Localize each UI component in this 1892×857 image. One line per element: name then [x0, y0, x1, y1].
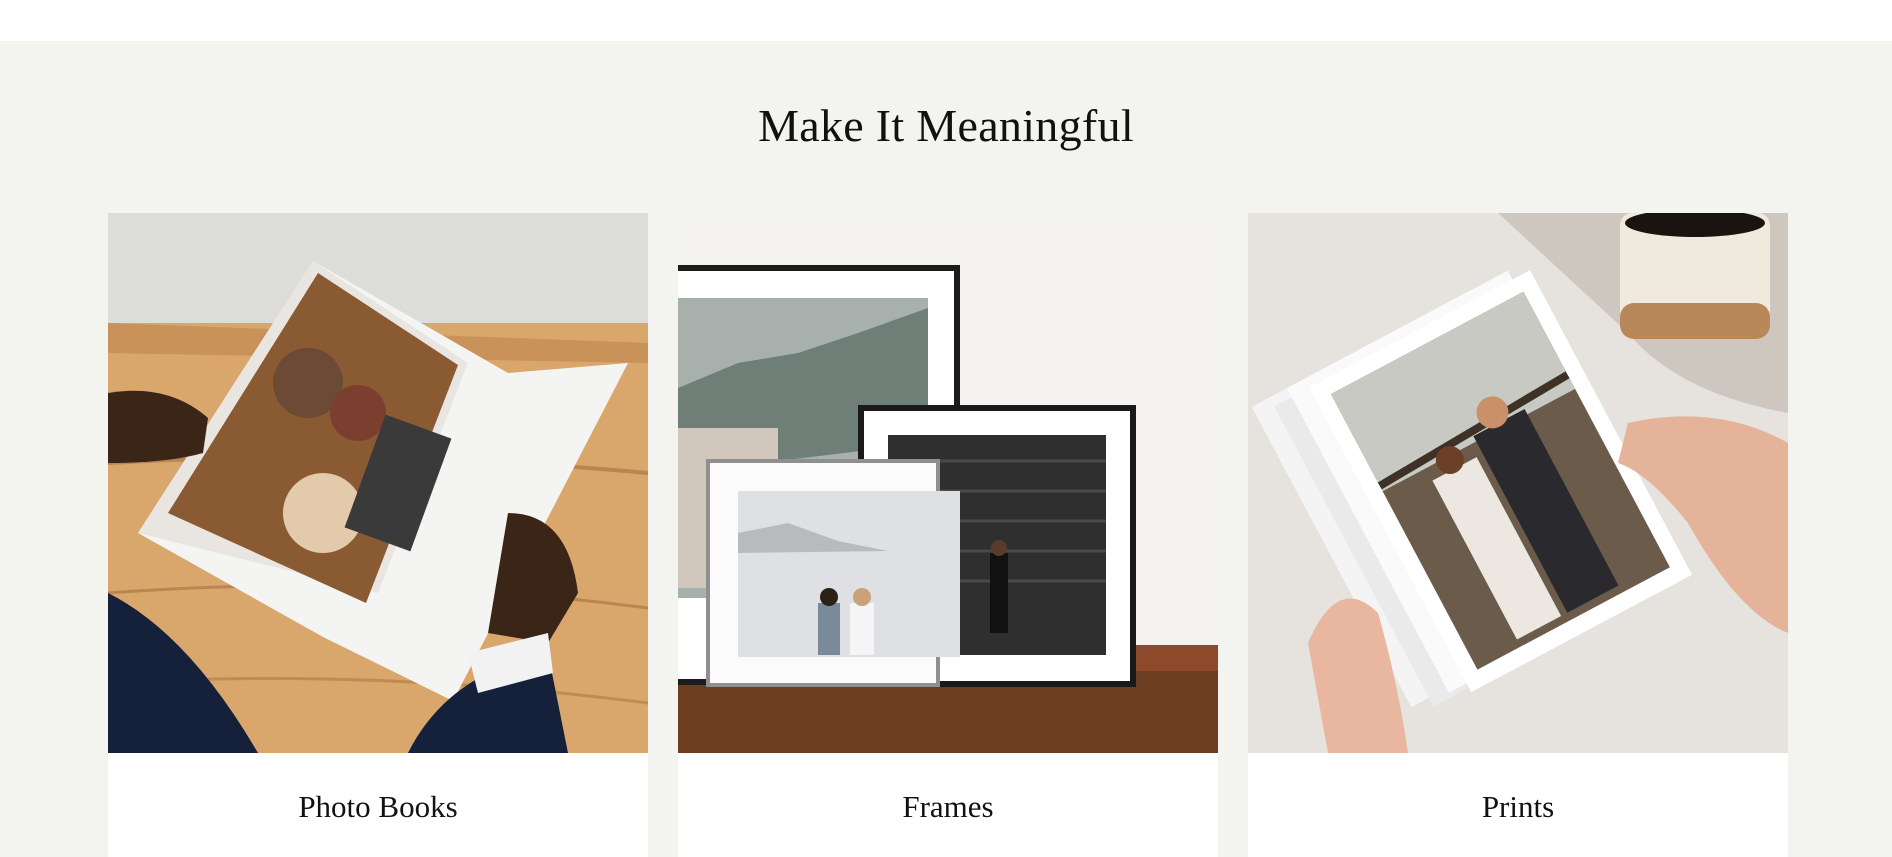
section-title: Make It Meaningful	[758, 100, 1134, 151]
top-strip	[0, 0, 1892, 41]
product-card-frames[interactable]: Frames	[678, 213, 1218, 857]
card-label[interactable]: Prints	[1248, 789, 1788, 825]
card-label[interactable]: Photo Books	[108, 789, 648, 825]
products-section: Make It Meaningful Photo Books Frames Pr…	[0, 41, 1892, 857]
photo-books-image	[108, 213, 648, 753]
product-card-prints[interactable]: Prints	[1248, 213, 1788, 857]
prints-image	[1248, 213, 1788, 753]
frames-image	[678, 213, 1218, 753]
product-card-photo-books[interactable]: Photo Books	[108, 213, 648, 857]
card-label[interactable]: Frames	[678, 789, 1218, 825]
